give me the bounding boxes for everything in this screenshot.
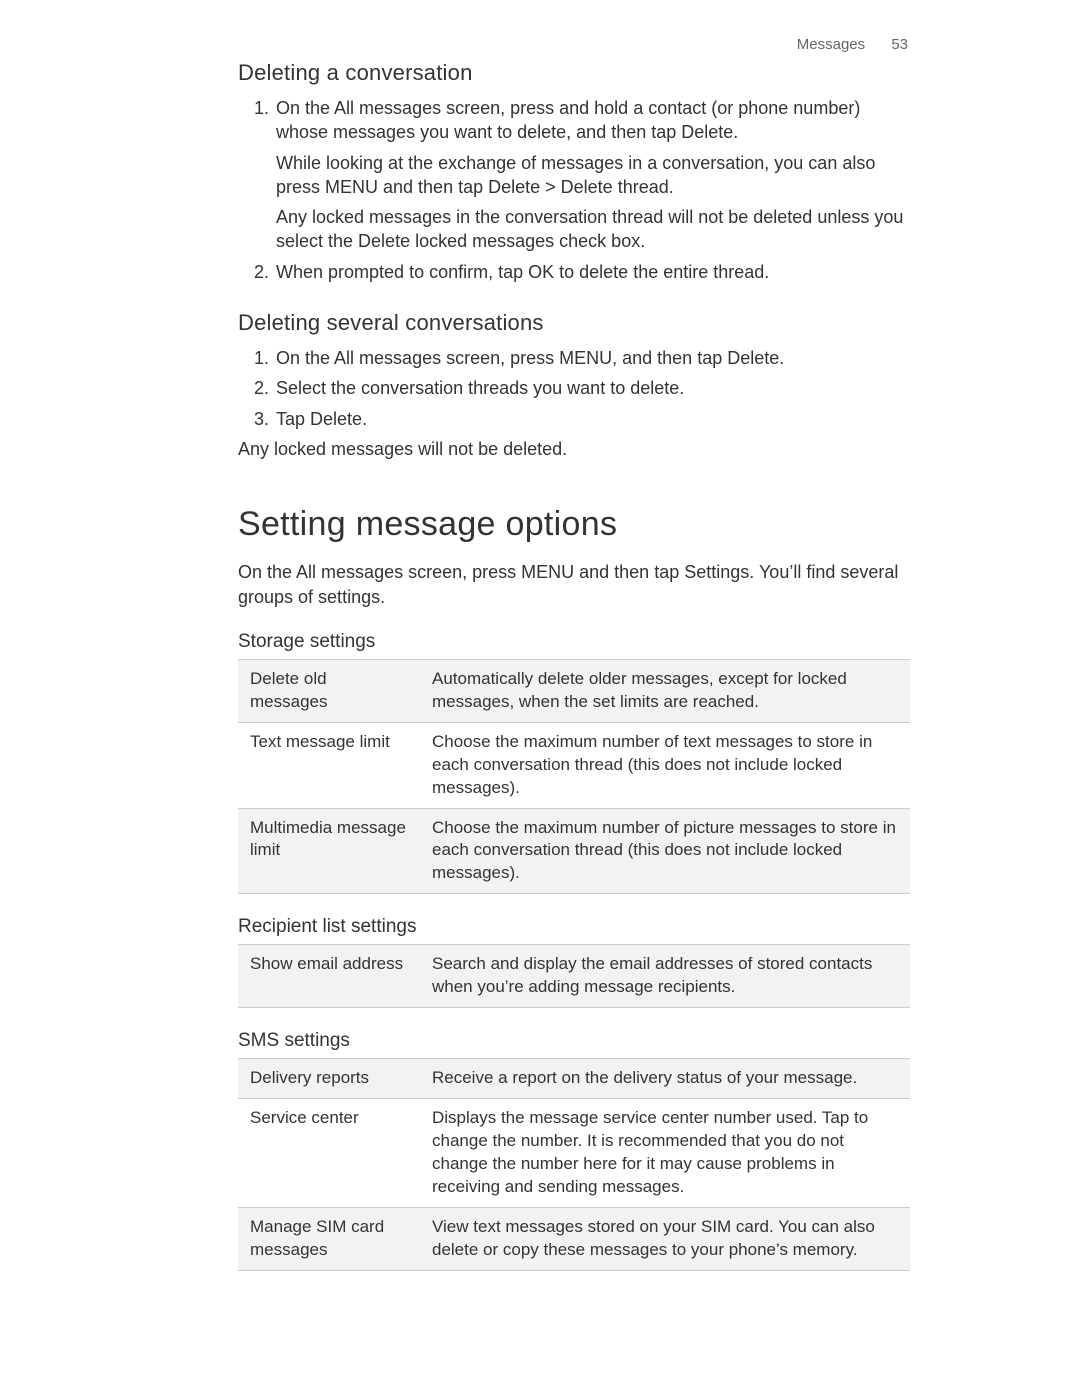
intro-bold: Settings bbox=[684, 562, 749, 582]
step-text: When prompted to confirm, tap bbox=[276, 262, 528, 282]
page-header: Messages 53 bbox=[797, 36, 908, 53]
setting-label: Service center bbox=[238, 1099, 420, 1208]
step-text: > bbox=[540, 177, 561, 197]
setting-description: Choose the maximum number of picture mes… bbox=[420, 808, 910, 894]
heading-deleting-several: Deleting several conversations bbox=[238, 310, 910, 336]
setting-description: Receive a report on the delivery status … bbox=[420, 1059, 910, 1099]
setting-description: Displays the message service center numb… bbox=[420, 1099, 910, 1208]
table-row: Delivery reports Receive a report on the… bbox=[238, 1059, 910, 1099]
setting-label: Delete old messages bbox=[238, 659, 420, 722]
setting-description: Choose the maximum number of text messag… bbox=[420, 722, 910, 808]
step-text: Tap bbox=[276, 409, 310, 429]
table-row: Delete old messages Automatically delete… bbox=[238, 659, 910, 722]
step-text: On the All messages screen, press MENU, … bbox=[276, 348, 727, 368]
heading-setting-message-options: Setting message options bbox=[238, 505, 910, 544]
step-bold: Delete bbox=[488, 177, 540, 197]
table-row: Show email address Search and display th… bbox=[238, 945, 910, 1008]
sms-settings-table: Delivery reports Receive a report on the… bbox=[238, 1058, 910, 1271]
table-row: Text message limit Choose the maximum nu… bbox=[238, 722, 910, 808]
list-item: On the All messages screen, press MENU, … bbox=[276, 346, 910, 370]
setting-description: Automatically delete older messages, exc… bbox=[420, 659, 910, 722]
step-bold: Delete bbox=[681, 122, 733, 142]
setting-label: Multimedia message limit bbox=[238, 808, 420, 894]
intro-paragraph: On the All messages screen, press MENU a… bbox=[238, 560, 910, 609]
page-content: Deleting a conversation On the All messa… bbox=[0, 0, 1080, 1271]
table-row: Multimedia message limit Choose the maxi… bbox=[238, 808, 910, 894]
note-locked-messages: Any locked messages will not be deleted. bbox=[238, 437, 910, 461]
step-bold: Delete thread bbox=[561, 177, 669, 197]
setting-description: Search and display the email addresses o… bbox=[420, 945, 910, 1008]
intro-text: On the All messages screen, press MENU a… bbox=[238, 562, 684, 582]
setting-label: Delivery reports bbox=[238, 1059, 420, 1099]
list-item: When prompted to confirm, tap OK to dele… bbox=[276, 260, 910, 284]
step-bold: OK bbox=[528, 262, 554, 282]
header-section-label: Messages bbox=[797, 36, 865, 53]
setting-description: View text messages stored on your SIM ca… bbox=[420, 1207, 910, 1270]
list-item: Tap Delete. bbox=[276, 407, 910, 431]
step-paragraph: Any locked messages in the conversation … bbox=[276, 205, 910, 254]
heading-recipient-settings: Recipient list settings bbox=[238, 916, 910, 938]
step-text: . bbox=[733, 122, 738, 142]
step-bold: Delete bbox=[727, 348, 779, 368]
setting-label: Text message limit bbox=[238, 722, 420, 808]
heading-storage-settings: Storage settings bbox=[238, 631, 910, 653]
recipient-settings-table: Show email address Search and display th… bbox=[238, 944, 910, 1008]
list-item: Select the conversation threads you want… bbox=[276, 376, 910, 400]
step-text: to delete the entire thread. bbox=[554, 262, 769, 282]
step-text: check box. bbox=[554, 231, 645, 251]
steps-deleting-conversation: On the All messages screen, press and ho… bbox=[238, 96, 910, 284]
step-text: . bbox=[669, 177, 674, 197]
step-text: . bbox=[779, 348, 784, 368]
step-paragraph: While looking at the exchange of message… bbox=[276, 151, 910, 200]
step-text: On the All messages screen, press and ho… bbox=[276, 98, 860, 142]
step-text: Select the conversation threads you want… bbox=[276, 378, 684, 398]
setting-label: Manage SIM card messages bbox=[238, 1207, 420, 1270]
setting-label: Show email address bbox=[238, 945, 420, 1008]
table-row: Manage SIM card messages View text messa… bbox=[238, 1207, 910, 1270]
list-item: On the All messages screen, press and ho… bbox=[276, 96, 910, 254]
steps-deleting-several: On the All messages screen, press MENU, … bbox=[238, 346, 910, 431]
heading-deleting-conversation: Deleting a conversation bbox=[238, 60, 910, 86]
storage-settings-table: Delete old messages Automatically delete… bbox=[238, 659, 910, 895]
table-row: Service center Displays the message serv… bbox=[238, 1099, 910, 1208]
step-bold: Delete bbox=[310, 409, 362, 429]
step-text: . bbox=[362, 409, 367, 429]
header-page-number: 53 bbox=[891, 36, 908, 53]
step-bold: Delete locked messages bbox=[358, 231, 554, 251]
heading-sms-settings: SMS settings bbox=[238, 1030, 910, 1052]
